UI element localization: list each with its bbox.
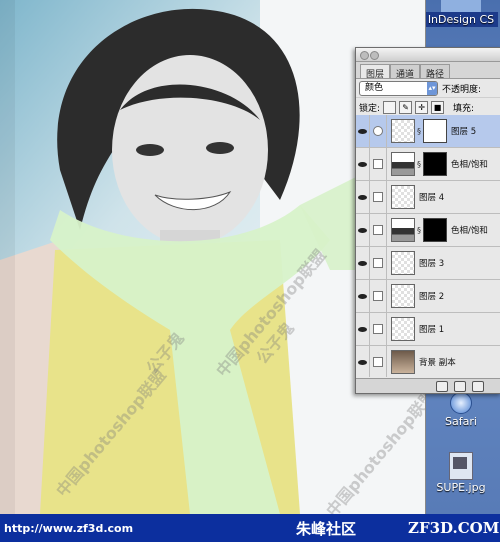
tab-layers[interactable]: 图层 [360,64,391,80]
adjustment-thumbnail [391,152,415,176]
layer-row[interactable]: § 图层 5 [356,115,500,148]
desktop-icon-supe[interactable]: SUPE.jpg [421,452,500,495]
layer-thumbnail [391,350,415,374]
opacity-label: 不透明度: [442,84,482,95]
layer-mask-link-icon[interactable] [370,115,387,147]
layer-name: 色相/饱和 [451,226,488,236]
layer-mask-thumbnail [423,218,447,242]
layer-thumbnail [391,251,415,275]
link-box[interactable] [370,247,387,279]
jpeg-file-icon [449,452,473,480]
lock-label: 锁定: [359,103,381,114]
chain-icon: § [417,159,421,169]
layer-thumbnail [391,185,415,209]
palette-footer [356,378,500,393]
visibility-eye-icon[interactable] [356,214,370,246]
layer-mask-thumbnail [423,119,447,143]
palette-tabs: 图层 通道 路径 [356,62,500,80]
palette-titlebar[interactable] [356,48,500,62]
tab-channels[interactable]: 通道 [390,64,421,80]
new-folder-icon[interactable] [472,380,484,392]
layer-name: 图层 4 [419,193,445,203]
blend-mode-value: 颜色 [365,82,384,93]
link-box[interactable] [370,280,387,312]
link-box[interactable] [370,346,387,377]
new-adjustment-icon[interactable] [454,380,466,392]
add-mask-icon[interactable] [436,380,448,392]
link-box[interactable] [370,214,387,246]
chain-icon: § [417,225,421,235]
layer-row[interactable]: 图层 1 [356,313,500,346]
visibility-eye-icon[interactable] [356,148,370,180]
stepper-arrows-icon: ▴▾ [427,81,437,95]
layers-list: § 图层 5 § 色相/饱和 图层 4 § 色相/饱和 图层 3 图层 2 图层… [356,115,500,377]
layer-name: 背景 副本 [419,358,456,368]
link-box[interactable] [370,181,387,213]
layer-mask-thumbnail [423,152,447,176]
brand-domain: ZF3D.COM [408,519,500,537]
visibility-eye-icon[interactable] [356,115,370,147]
layer-name: 色相/饱和 [451,160,488,170]
visibility-eye-icon[interactable] [356,313,370,345]
minimize-button[interactable] [370,51,379,60]
indesign-icon [441,0,481,12]
tab-paths[interactable]: 路径 [420,64,451,80]
visibility-eye-icon[interactable] [356,346,370,377]
chain-icon: § [417,126,421,136]
safari-icon [450,392,472,414]
lock-all-icon[interactable]: ■ [431,100,445,114]
layer-name: 图层 1 [419,325,445,335]
blend-mode-select[interactable]: 颜色 ▴▾ [359,80,438,96]
desktop-icon-safari[interactable]: Safari [421,392,500,429]
visibility-eye-icon[interactable] [356,280,370,312]
lock-brush-icon[interactable]: ✎ [399,100,413,114]
layer-thumbnail [391,317,415,341]
fill-label: 填充: [453,103,475,114]
lock-transparency-icon[interactable] [383,100,397,114]
layer-row[interactable]: 图层 3 [356,247,500,280]
layer-row[interactable]: § 色相/饱和 [356,214,500,247]
desktop-icon-label: Safari [445,415,477,428]
adjustment-thumbnail [391,218,415,242]
link-box[interactable] [370,313,387,345]
desktop-icon-label: SUPE.jpg [436,481,486,494]
desktop-icon-indesign[interactable]: InDesign CS [421,0,500,27]
desktop-icon-label: InDesign CS [423,12,499,27]
layer-name: 图层 3 [419,259,445,269]
layer-row[interactable]: 背景 副本 [356,346,500,377]
layer-thumbnail [391,119,415,143]
layers-palette[interactable]: 图层 通道 路径 颜色 ▴▾ 不透明度: 锁定: ✎ ✛ ■ 填充: § 图层 … [355,47,500,394]
visibility-eye-icon[interactable] [356,181,370,213]
link-box[interactable] [370,148,387,180]
layer-row[interactable]: § 色相/饱和 [356,148,500,181]
close-button[interactable] [360,51,369,60]
layer-row[interactable]: 图层 4 [356,181,500,214]
site-banner: http://www.zf3d.com 朱峰社区 ZF3D.COM [0,514,500,542]
layer-thumbnail [391,284,415,308]
blend-options-row: 颜色 ▴▾ 不透明度: [356,79,500,98]
layer-name: 图层 2 [419,292,445,302]
visibility-eye-icon[interactable] [356,247,370,279]
layer-name: 图层 5 [451,127,477,137]
layer-row[interactable]: 图层 2 [356,280,500,313]
lock-move-icon[interactable]: ✛ [415,100,429,114]
site-url[interactable]: http://www.zf3d.com [4,522,133,535]
brand-name: 朱峰社区 [296,520,357,538]
